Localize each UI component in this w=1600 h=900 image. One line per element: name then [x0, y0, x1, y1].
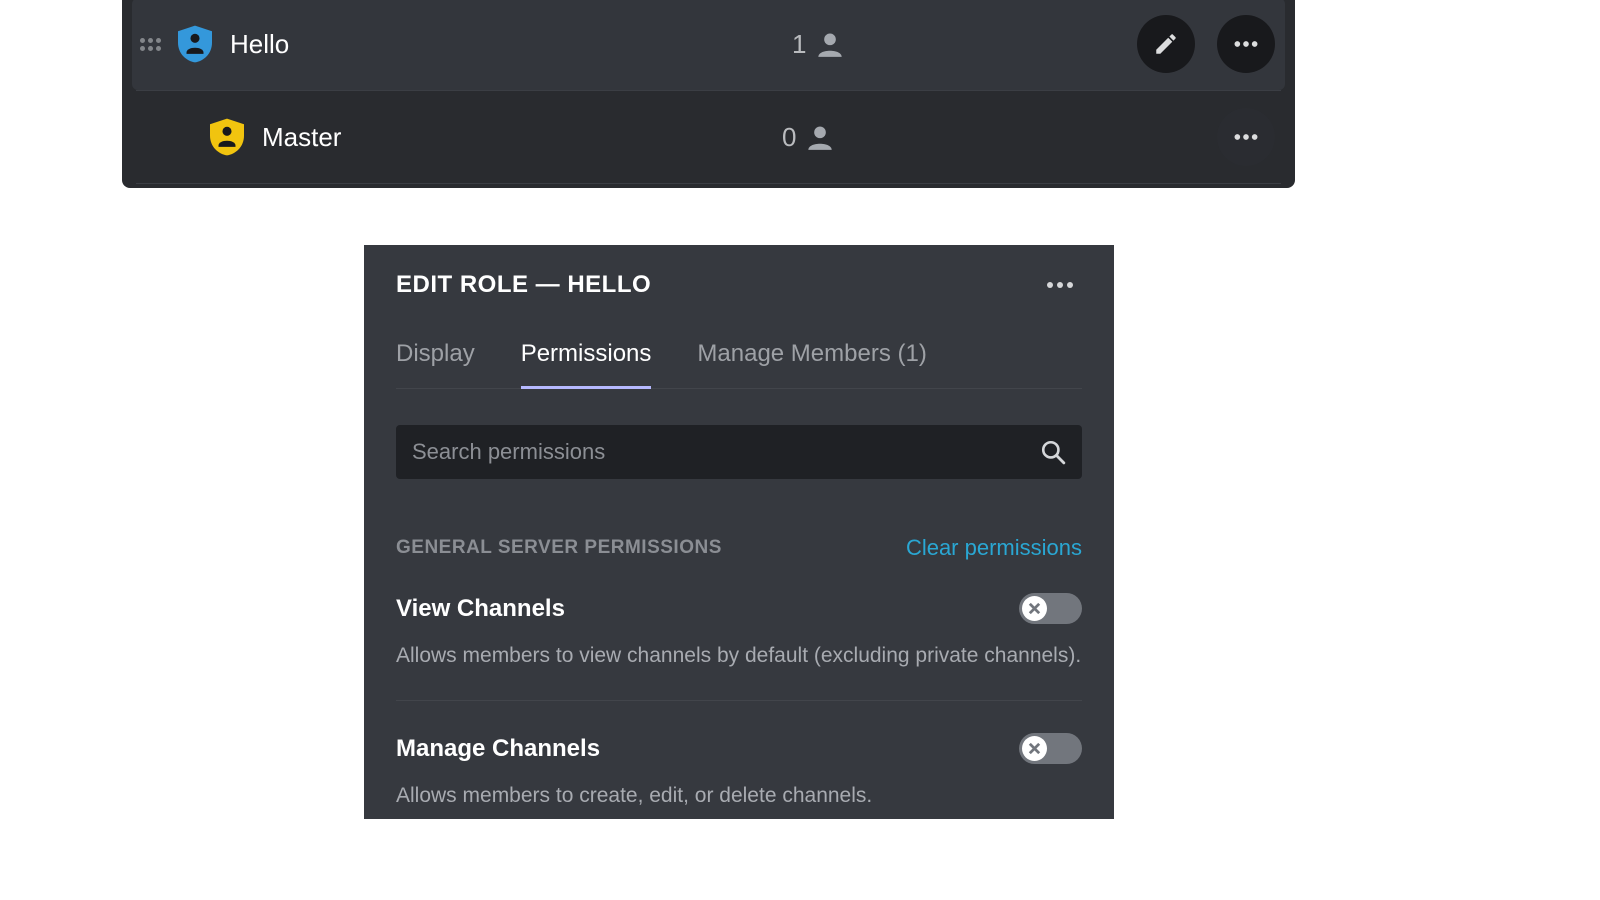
dots-icon — [1046, 281, 1074, 289]
role-name-label: Master — [262, 122, 341, 153]
role-row-actions — [1137, 15, 1275, 73]
edit-role-button[interactable] — [1137, 15, 1195, 73]
edit-role-more-button[interactable] — [1038, 269, 1082, 300]
search-icon — [1040, 439, 1066, 465]
role-row-actions — [1217, 108, 1275, 166]
role-more-button[interactable] — [1217, 15, 1275, 73]
person-icon — [806, 123, 834, 151]
tab-manage-members[interactable]: Manage Members (1) — [697, 340, 926, 388]
permission-toggle[interactable] — [1019, 733, 1082, 764]
drag-handle-icon[interactable] — [140, 38, 162, 51]
toggle-knob — [1022, 736, 1047, 761]
role-name-label: Hello — [230, 29, 289, 60]
tab-permissions[interactable]: Permissions — [521, 340, 652, 388]
role-more-button[interactable] — [1217, 108, 1275, 166]
role-member-count-value: 0 — [782, 122, 796, 153]
role-member-count: 0 — [782, 122, 834, 153]
toggle-knob — [1022, 596, 1047, 621]
permissions-section-label: GENERAL SERVER PERMISSIONS — [396, 537, 722, 559]
shield-icon — [210, 118, 244, 156]
permission-toggle[interactable] — [1019, 593, 1082, 624]
role-row-master[interactable]: Master 0 — [122, 91, 1295, 183]
roles-list-panel: Edit Hello 1 Master — [122, 0, 1295, 188]
person-icon — [816, 30, 844, 58]
clear-permissions-button[interactable]: Clear permissions — [906, 535, 1082, 561]
permissions-section-header: GENERAL SERVER PERMISSIONS Clear permiss… — [396, 535, 1082, 561]
tab-display[interactable]: Display — [396, 340, 475, 388]
edit-role-header: EDIT ROLE — HELLO — [396, 269, 1082, 300]
permission-item-manage-channels: Manage Channels Allows members to create… — [396, 733, 1082, 810]
search-permissions-input[interactable] — [412, 439, 1040, 465]
role-row-hello[interactable]: Hello 1 — [132, 0, 1285, 90]
dots-icon — [1233, 31, 1259, 57]
permission-name: Manage Channels — [396, 735, 600, 763]
edit-role-tabs: Display Permissions Manage Members (1) — [396, 340, 1082, 389]
pencil-icon — [1153, 31, 1179, 57]
x-icon — [1027, 741, 1042, 756]
edit-role-panel: EDIT ROLE — HELLO Display Permissions Ma… — [364, 245, 1114, 819]
permission-item-view-channels: View Channels Allows members to view cha… — [396, 593, 1082, 701]
role-divider — [136, 183, 1281, 184]
search-permissions-wrap — [396, 425, 1082, 479]
permission-description: Allows members to view channels by defau… — [396, 642, 1082, 670]
permission-description: Allows members to create, edit, or delet… — [396, 782, 1082, 810]
edit-role-title: EDIT ROLE — HELLO — [396, 271, 651, 299]
dots-icon — [1233, 124, 1259, 150]
x-icon — [1027, 601, 1042, 616]
shield-icon — [178, 25, 212, 63]
role-member-count-value: 1 — [792, 29, 806, 60]
role-member-count: 1 — [792, 29, 844, 60]
permission-name: View Channels — [396, 595, 565, 623]
